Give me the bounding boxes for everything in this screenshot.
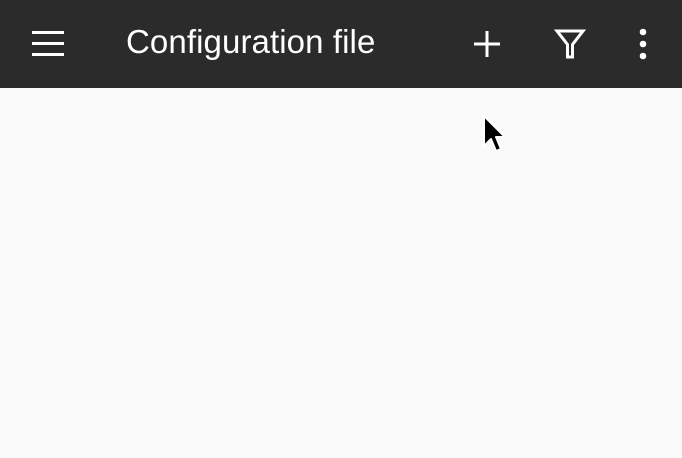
more-options-button[interactable] [611, 12, 675, 76]
app-window: Configuration file [0, 0, 682, 458]
page-title: Configuration file [126, 23, 376, 60]
hamburger-menu-icon [32, 31, 64, 56]
plus-icon [474, 31, 500, 57]
app-toolbar: Configuration file [0, 0, 682, 88]
add-button[interactable] [455, 12, 519, 76]
navigation-menu-button[interactable] [16, 12, 80, 76]
more-vertical-icon [639, 28, 647, 60]
filter-icon [554, 29, 586, 59]
content-area [0, 88, 682, 458]
filter-button[interactable] [538, 12, 602, 76]
